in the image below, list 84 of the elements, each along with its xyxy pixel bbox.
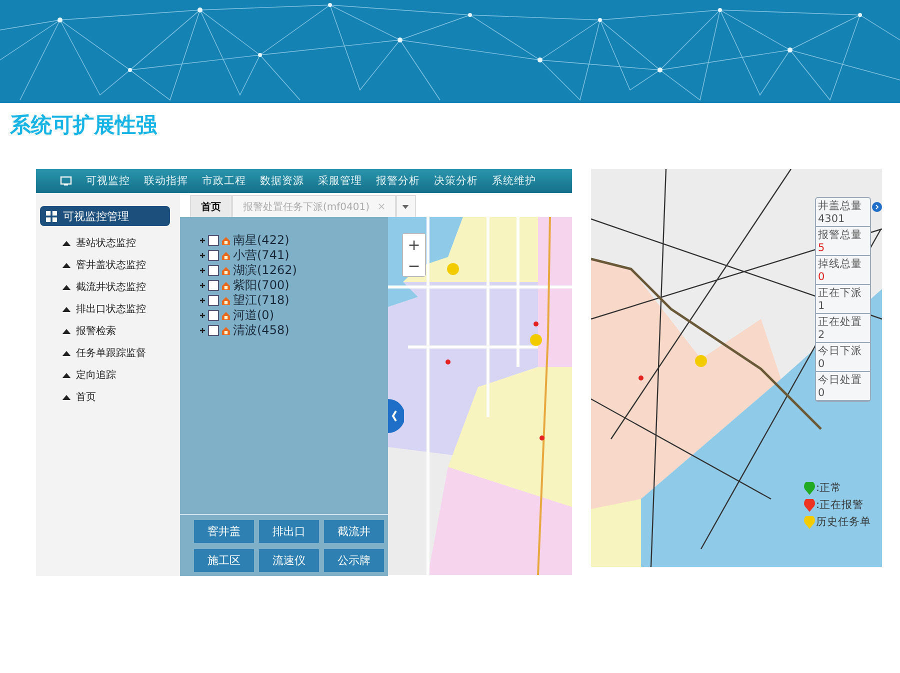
info-icon[interactable] bbox=[872, 202, 882, 212]
stat-value: 5 bbox=[818, 242, 826, 254]
stat-value: 4301 bbox=[818, 213, 846, 225]
nav-menu-item[interactable]: 可视监控 bbox=[86, 174, 130, 188]
sidebar-menu-item[interactable]: 排出口状态监控 bbox=[76, 302, 146, 316]
tree-item[interactable]: 小营(741) bbox=[233, 247, 290, 264]
stat-label: 正在处置 bbox=[818, 315, 863, 329]
sidebar-header[interactable]: 可视监控管理 bbox=[40, 206, 170, 226]
layer-button[interactable]: 公示牌 bbox=[324, 549, 384, 572]
stat-label: 报警总量 bbox=[818, 228, 863, 242]
layer-button[interactable]: 窨井盖 bbox=[194, 520, 254, 543]
legend-label: :正常 bbox=[816, 481, 842, 495]
sidebar-menu-item[interactable]: 截流井状态监控 bbox=[76, 280, 146, 294]
nav-menu-item[interactable]: 系统维护 bbox=[492, 174, 536, 188]
sidebar-menu-item[interactable]: 任务单跟踪监督 bbox=[76, 346, 146, 360]
tree-item[interactable]: 河道(0) bbox=[233, 307, 274, 324]
nav-menu-item[interactable]: 采服管理 bbox=[318, 174, 362, 188]
expand-icon[interactable] bbox=[200, 238, 205, 243]
tree-item[interactable]: 紫阳(700) bbox=[233, 277, 290, 294]
house-icon bbox=[222, 252, 230, 260]
layer-button[interactable]: 截流井 bbox=[324, 520, 384, 543]
sidebar-menu-item[interactable]: 定向追踪 bbox=[76, 368, 116, 382]
stat-label: 今日下派 bbox=[818, 344, 863, 358]
stat-label: 正在下派 bbox=[818, 286, 863, 300]
tree-item[interactable]: 望江(718) bbox=[233, 292, 290, 309]
checkbox[interactable] bbox=[208, 265, 219, 276]
legend-label: :正在报警 bbox=[816, 498, 864, 512]
house-icon bbox=[222, 236, 230, 244]
house-icon bbox=[222, 266, 230, 274]
house-icon bbox=[222, 312, 230, 320]
slide-title: 系统可扩展性强 bbox=[8, 112, 158, 139]
stat-label: 今日处置 bbox=[818, 373, 863, 387]
legend-label: 历史任务单 bbox=[816, 515, 871, 529]
tree-item[interactable]: 湖滨(1262) bbox=[233, 262, 297, 279]
expand-icon[interactable] bbox=[200, 328, 205, 333]
tab[interactable]: 首页 bbox=[190, 195, 232, 217]
house-icon bbox=[222, 282, 230, 290]
caret-icon bbox=[402, 204, 410, 208]
layer-button[interactable]: 排出口 bbox=[259, 520, 319, 543]
checkbox[interactable] bbox=[208, 325, 219, 336]
triangle-icon bbox=[62, 328, 71, 334]
grid-icon bbox=[46, 210, 57, 222]
stat-label: 掉线总量 bbox=[818, 257, 863, 271]
triangle-icon bbox=[62, 394, 71, 400]
nav-menu-item[interactable]: 数据资源 bbox=[260, 174, 304, 188]
stat-value: 0 bbox=[818, 271, 826, 283]
nav-menu-item[interactable]: 报警分析 bbox=[376, 174, 420, 188]
sidebar-menu-item[interactable]: 窨井盖状态监控 bbox=[76, 258, 146, 272]
sidebar-menu-item[interactable]: 基站状态监控 bbox=[76, 236, 136, 250]
expand-icon[interactable] bbox=[200, 298, 205, 303]
checkbox[interactable] bbox=[208, 310, 219, 321]
stat-value: 2 bbox=[818, 329, 826, 341]
tree-item[interactable]: 南星(422) bbox=[233, 232, 290, 249]
sidebar-menu-item[interactable]: 报警检索 bbox=[76, 324, 116, 338]
expand-icon[interactable] bbox=[200, 313, 205, 318]
checkbox[interactable] bbox=[208, 235, 219, 246]
house-icon bbox=[222, 326, 230, 334]
monitor-icon[interactable] bbox=[60, 176, 72, 186]
stat-label: 井盖总量 bbox=[818, 199, 863, 213]
layer-button[interactable]: 流速仪 bbox=[259, 549, 319, 572]
triangle-icon bbox=[62, 284, 71, 290]
triangle-icon bbox=[62, 350, 71, 356]
collapse-handle-icon[interactable] bbox=[388, 399, 404, 433]
expand-icon[interactable] bbox=[200, 268, 205, 273]
stat-value: 1 bbox=[818, 300, 826, 312]
nav-menu-item[interactable]: 联动指挥 bbox=[144, 174, 188, 188]
nav-menu-item[interactable]: 决策分析 bbox=[434, 174, 478, 188]
stat-value: 0 bbox=[818, 387, 826, 399]
expand-icon[interactable] bbox=[200, 283, 205, 288]
triangle-icon bbox=[62, 262, 71, 268]
sidebar-menu-item[interactable]: 首页 bbox=[76, 390, 96, 404]
house-icon bbox=[222, 296, 230, 304]
expand-icon[interactable] bbox=[200, 253, 205, 258]
tab-dropdown-button[interactable] bbox=[396, 195, 416, 217]
tree-item[interactable]: 清波(458) bbox=[233, 322, 290, 339]
checkbox[interactable] bbox=[208, 250, 219, 261]
layer-button[interactable]: 施工区 bbox=[194, 549, 254, 572]
triangle-icon bbox=[62, 306, 71, 312]
checkbox[interactable] bbox=[208, 295, 219, 306]
checkbox[interactable] bbox=[208, 280, 219, 291]
stat-value: 0 bbox=[818, 358, 826, 370]
triangle-icon bbox=[62, 240, 71, 246]
triangle-icon bbox=[62, 372, 71, 378]
nav-menu-item[interactable]: 市政工程 bbox=[202, 174, 246, 188]
